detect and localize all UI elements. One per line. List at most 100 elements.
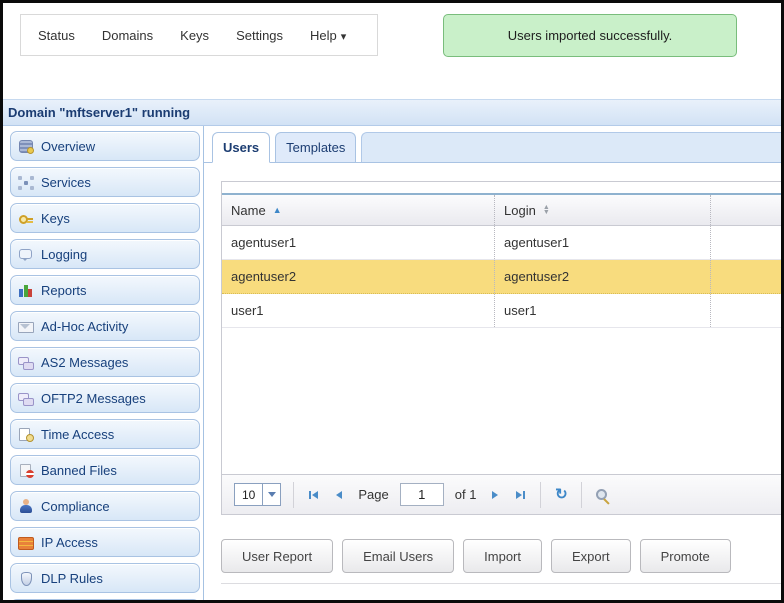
chat-icon [18, 355, 34, 370]
user-icon [18, 499, 34, 514]
pager-separator [293, 482, 294, 508]
sidebar-item-label: Keys [41, 211, 70, 226]
cell-name: agentuser2 [222, 260, 494, 293]
sidebar-item-label: Time Access [41, 427, 114, 442]
services-icon [18, 175, 34, 190]
previous-page-icon[interactable] [331, 487, 347, 503]
cell-blank [710, 226, 781, 259]
keys-icon [18, 211, 34, 226]
action-buttons-row: User Report Email Users Import Export Pr… [221, 539, 781, 573]
last-page-icon[interactable] [512, 487, 528, 503]
table-header: Name Login [222, 193, 781, 226]
sidebar-item-label: Reports [41, 283, 87, 298]
domain-status-text: Domain "mftserver1" running [8, 105, 190, 120]
sidebar-item-oftp2-messages[interactable]: OFTP2 Messages [10, 383, 200, 413]
bottom-divider [221, 583, 781, 584]
nav-item-settings[interactable]: Settings [236, 28, 283, 43]
column-header-login-label: Login [504, 203, 536, 218]
pager-separator [581, 482, 582, 508]
chevron-down-icon [262, 484, 280, 505]
sidebar-item-ip-access[interactable]: IP Access [10, 527, 200, 557]
domain-status-bar: Domain "mftserver1" running [3, 99, 781, 126]
table-row[interactable]: agentuser1agentuser1 [222, 226, 781, 260]
sidebar-item-label: DLP Rules [41, 571, 103, 586]
chevron-down-icon [341, 30, 347, 43]
sidebar-item-label: Compliance [41, 499, 110, 514]
promote-button[interactable]: Promote [640, 539, 731, 573]
users-panel: Name Login agentuser1agentuser1agentuser… [204, 163, 781, 584]
success-alert-text: Users imported successfully. [508, 28, 672, 43]
column-header-blank[interactable] [710, 195, 781, 225]
sidebar-item-label: IP Access [41, 535, 98, 550]
sidebar-item-as2-messages[interactable]: AS2 Messages [10, 347, 200, 377]
tab-strip-filler [361, 132, 781, 162]
nav-item-domains[interactable]: Domains [102, 28, 153, 43]
sidebar-item-label: Services [41, 175, 91, 190]
sidebar-item-partial[interactable] [10, 599, 200, 600]
sidebar-item-compliance[interactable]: Compliance [10, 491, 200, 521]
sidebar: Overview Services Keys Logging Reports Ad-Hoc… [3, 126, 204, 600]
sidebar-item-label: Overview [41, 139, 95, 154]
sidebar-item-label: Ad-Hoc Activity [41, 319, 128, 334]
reports-icon [18, 283, 34, 298]
export-button[interactable]: Export [551, 539, 631, 573]
top-nav: Status Domains Keys Settings Help [20, 14, 378, 56]
nav-item-help-label: Help [310, 28, 337, 43]
clock-icon [18, 427, 34, 442]
user-report-button[interactable]: User Report [221, 539, 333, 573]
content-area: Users Templates Name Login [204, 126, 781, 600]
column-header-login[interactable]: Login [494, 195, 710, 225]
page-count-label: of 1 [455, 487, 477, 502]
sidebar-item-logging[interactable]: Logging [10, 239, 200, 269]
cell-login: agentuser1 [494, 226, 710, 259]
first-page-icon[interactable] [306, 487, 322, 503]
column-header-name-label: Name [231, 203, 266, 218]
sidebar-item-keys[interactable]: Keys [10, 203, 200, 233]
top-bar: Status Domains Keys Settings Help Users … [3, 3, 781, 99]
next-page-icon[interactable] [487, 487, 503, 503]
page-label: Page [358, 487, 388, 502]
tab-templates[interactable]: Templates [275, 132, 356, 162]
nav-item-keys[interactable]: Keys [180, 28, 209, 43]
banned-icon [18, 463, 34, 478]
sidebar-item-overview[interactable]: Overview [10, 131, 200, 161]
pager-bar: 10 Page of 1 [222, 474, 781, 514]
sidebar-item-label: OFTP2 Messages [41, 391, 146, 406]
cell-name: agentuser1 [222, 226, 494, 259]
sidebar-item-banned-files[interactable]: Banned Files [10, 455, 200, 485]
sidebar-item-reports[interactable]: Reports [10, 275, 200, 305]
import-button[interactable]: Import [463, 539, 542, 573]
nav-item-status[interactable]: Status [38, 28, 75, 43]
grid-spacer [222, 182, 781, 193]
page-size-value: 10 [235, 488, 262, 502]
page-input[interactable] [400, 483, 444, 506]
firewall-icon [18, 535, 34, 550]
app-window: Status Domains Keys Settings Help Users … [0, 0, 784, 603]
cell-login: user1 [494, 294, 710, 327]
table-row[interactable]: user1user1 [222, 294, 781, 328]
table-row[interactable]: agentuser2agentuser2 [222, 260, 781, 294]
sidebar-item-ad-hoc-activity[interactable]: Ad-Hoc Activity [10, 311, 200, 341]
logging-icon [18, 247, 34, 262]
cell-blank [710, 294, 781, 327]
cell-name: user1 [222, 294, 494, 327]
success-alert: Users imported successfully. [443, 14, 737, 57]
cell-login: agentuser2 [494, 260, 710, 293]
search-icon[interactable] [594, 487, 610, 503]
sidebar-item-label: AS2 Messages [41, 355, 128, 370]
shield-icon [18, 571, 34, 586]
sidebar-item-dlp-rules[interactable]: DLP Rules [10, 563, 200, 593]
users-table: Name Login agentuser1agentuser1agentuser… [221, 181, 781, 515]
nav-item-help[interactable]: Help [310, 28, 346, 43]
sidebar-item-label: Banned Files [41, 463, 117, 478]
sidebar-item-label: Logging [41, 247, 87, 262]
cell-blank [710, 260, 781, 293]
refresh-icon[interactable] [553, 487, 569, 503]
column-header-name[interactable]: Name [222, 195, 494, 225]
email-users-button[interactable]: Email Users [342, 539, 454, 573]
table-body: agentuser1agentuser1agentuser2agentuser2… [222, 226, 781, 328]
sidebar-item-services[interactable]: Services [10, 167, 200, 197]
tab-users[interactable]: Users [212, 132, 270, 163]
sidebar-item-time-access[interactable]: Time Access [10, 419, 200, 449]
page-size-select[interactable]: 10 [234, 483, 281, 506]
